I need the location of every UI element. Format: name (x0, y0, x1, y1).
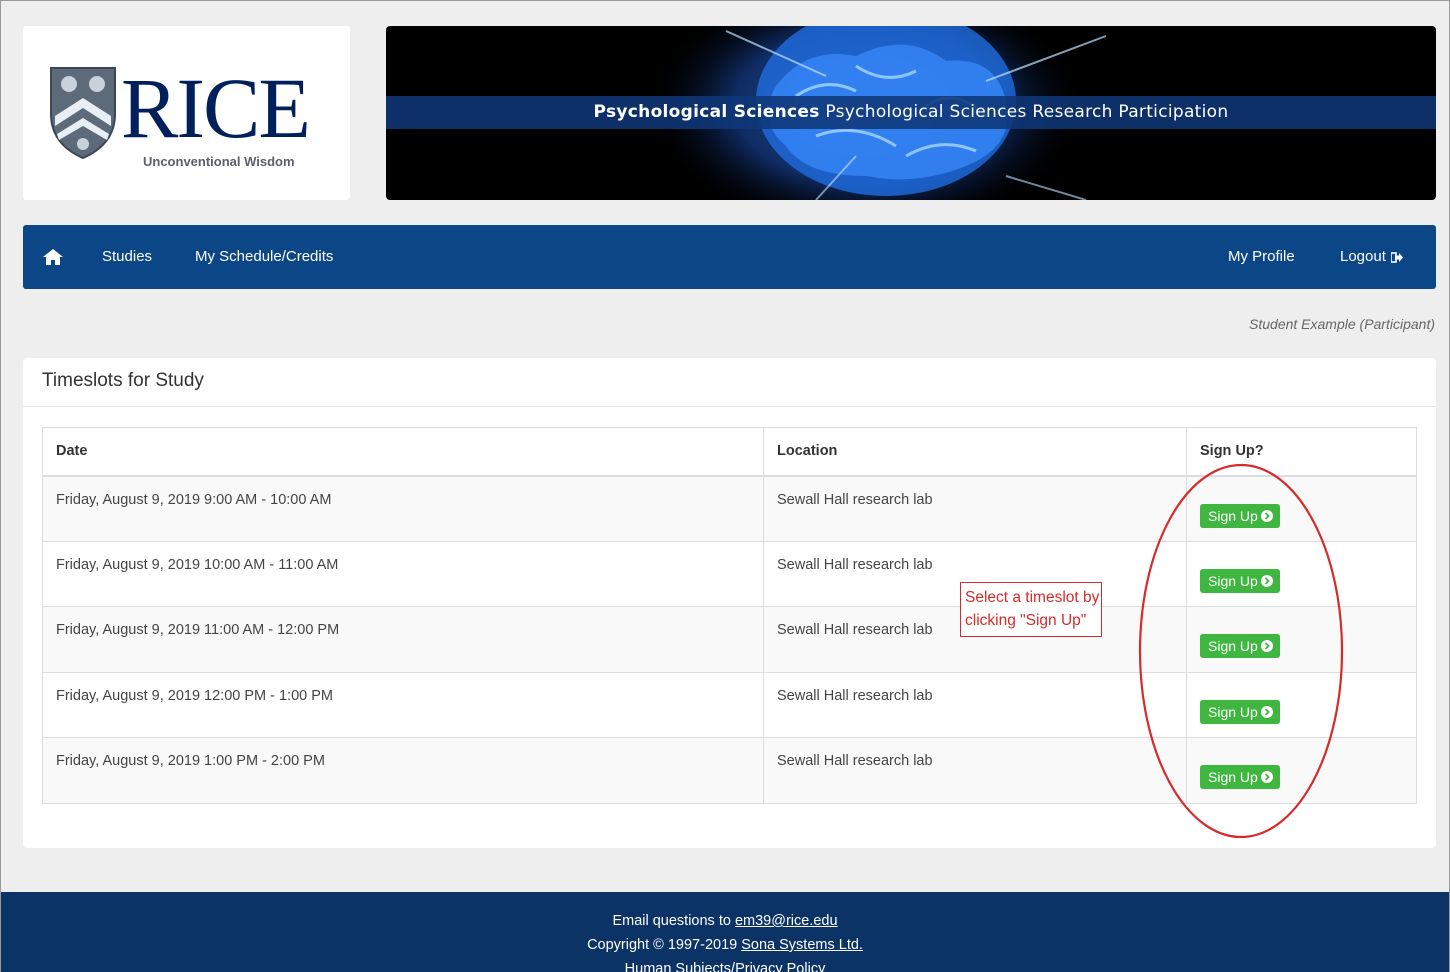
site-banner: Psychological Sciences Psychological Sci… (386, 26, 1436, 200)
logout-label: Logout (1340, 248, 1386, 265)
rice-logo[interactable]: RICE Unconventional Wisdom (23, 26, 350, 200)
panel-divider (23, 406, 1436, 407)
footer-privacy-link[interactable]: Human Subjects/Privacy Policy (625, 961, 826, 972)
nav-studies[interactable]: Studies (102, 225, 152, 289)
timeslot-location: Sewall Hall research lab (763, 737, 1187, 804)
current-user: Student Example (Participant) (1249, 316, 1435, 332)
home-icon[interactable] (43, 249, 63, 265)
footer-email-prefix: Email questions to (612, 913, 735, 929)
rice-shield-icon (50, 67, 116, 160)
column-header-date: Date (42, 427, 764, 477)
banner-title-bold: Psychological Sciences (593, 102, 820, 122)
footer-email-line: Email questions to em39@rice.edu (1, 909, 1449, 933)
timeslot-date: Friday, August 9, 2019 1:00 PM - 2:00 PM (42, 737, 764, 804)
timeslot-date: Friday, August 9, 2019 11:00 AM - 12:00 … (42, 606, 764, 673)
footer-email-link[interactable]: em39@rice.edu (735, 913, 838, 929)
banner-title-rest: Psychological Sciences Research Particip… (819, 102, 1229, 122)
footer-privacy-line: Human Subjects/Privacy Policy (1, 957, 1449, 972)
annotation-ellipse (1138, 463, 1344, 839)
main-navbar: Studies My Schedule/Credits My Profile L… (23, 225, 1436, 289)
annotation-line-2: clicking "Sign Up" (965, 612, 1087, 629)
banner-title: Psychological Sciences Psychological Sci… (386, 96, 1436, 129)
timeslot-location: Sewall Hall research lab (763, 475, 1187, 542)
nav-my-profile[interactable]: My Profile (1228, 225, 1295, 289)
footer-copyright-line: Copyright © 1997-2019 Sona Systems Ltd. (1, 933, 1449, 957)
footer-company-link[interactable]: Sona Systems Ltd. (741, 937, 863, 953)
logo-tagline: Unconventional Wisdom (143, 154, 295, 169)
column-header-location: Location (763, 427, 1187, 477)
timeslot-date: Friday, August 9, 2019 12:00 PM - 1:00 P… (42, 671, 764, 739)
timeslot-location: Sewall Hall research lab (763, 671, 1187, 739)
logo-wordmark: RICE (121, 60, 311, 156)
page-footer: Email questions to em39@rice.edu Copyrig… (1, 892, 1449, 972)
sign-out-icon (1390, 251, 1403, 263)
annotation-line-1: Select a timeslot by (965, 589, 1100, 606)
timeslot-date: Friday, August 9, 2019 9:00 AM - 10:00 A… (42, 475, 764, 542)
panel-title: Timeslots for Study (42, 370, 204, 391)
footer-copyright-prefix: Copyright © 1997-2019 (587, 937, 742, 953)
nav-logout[interactable]: Logout (1340, 225, 1403, 289)
annotation-callout: Select a timeslot by clicking "Sign Up" (960, 582, 1102, 637)
timeslot-date: Friday, August 9, 2019 10:00 AM - 11:00 … (42, 540, 764, 608)
nav-my-schedule-credits[interactable]: My Schedule/Credits (195, 225, 333, 289)
